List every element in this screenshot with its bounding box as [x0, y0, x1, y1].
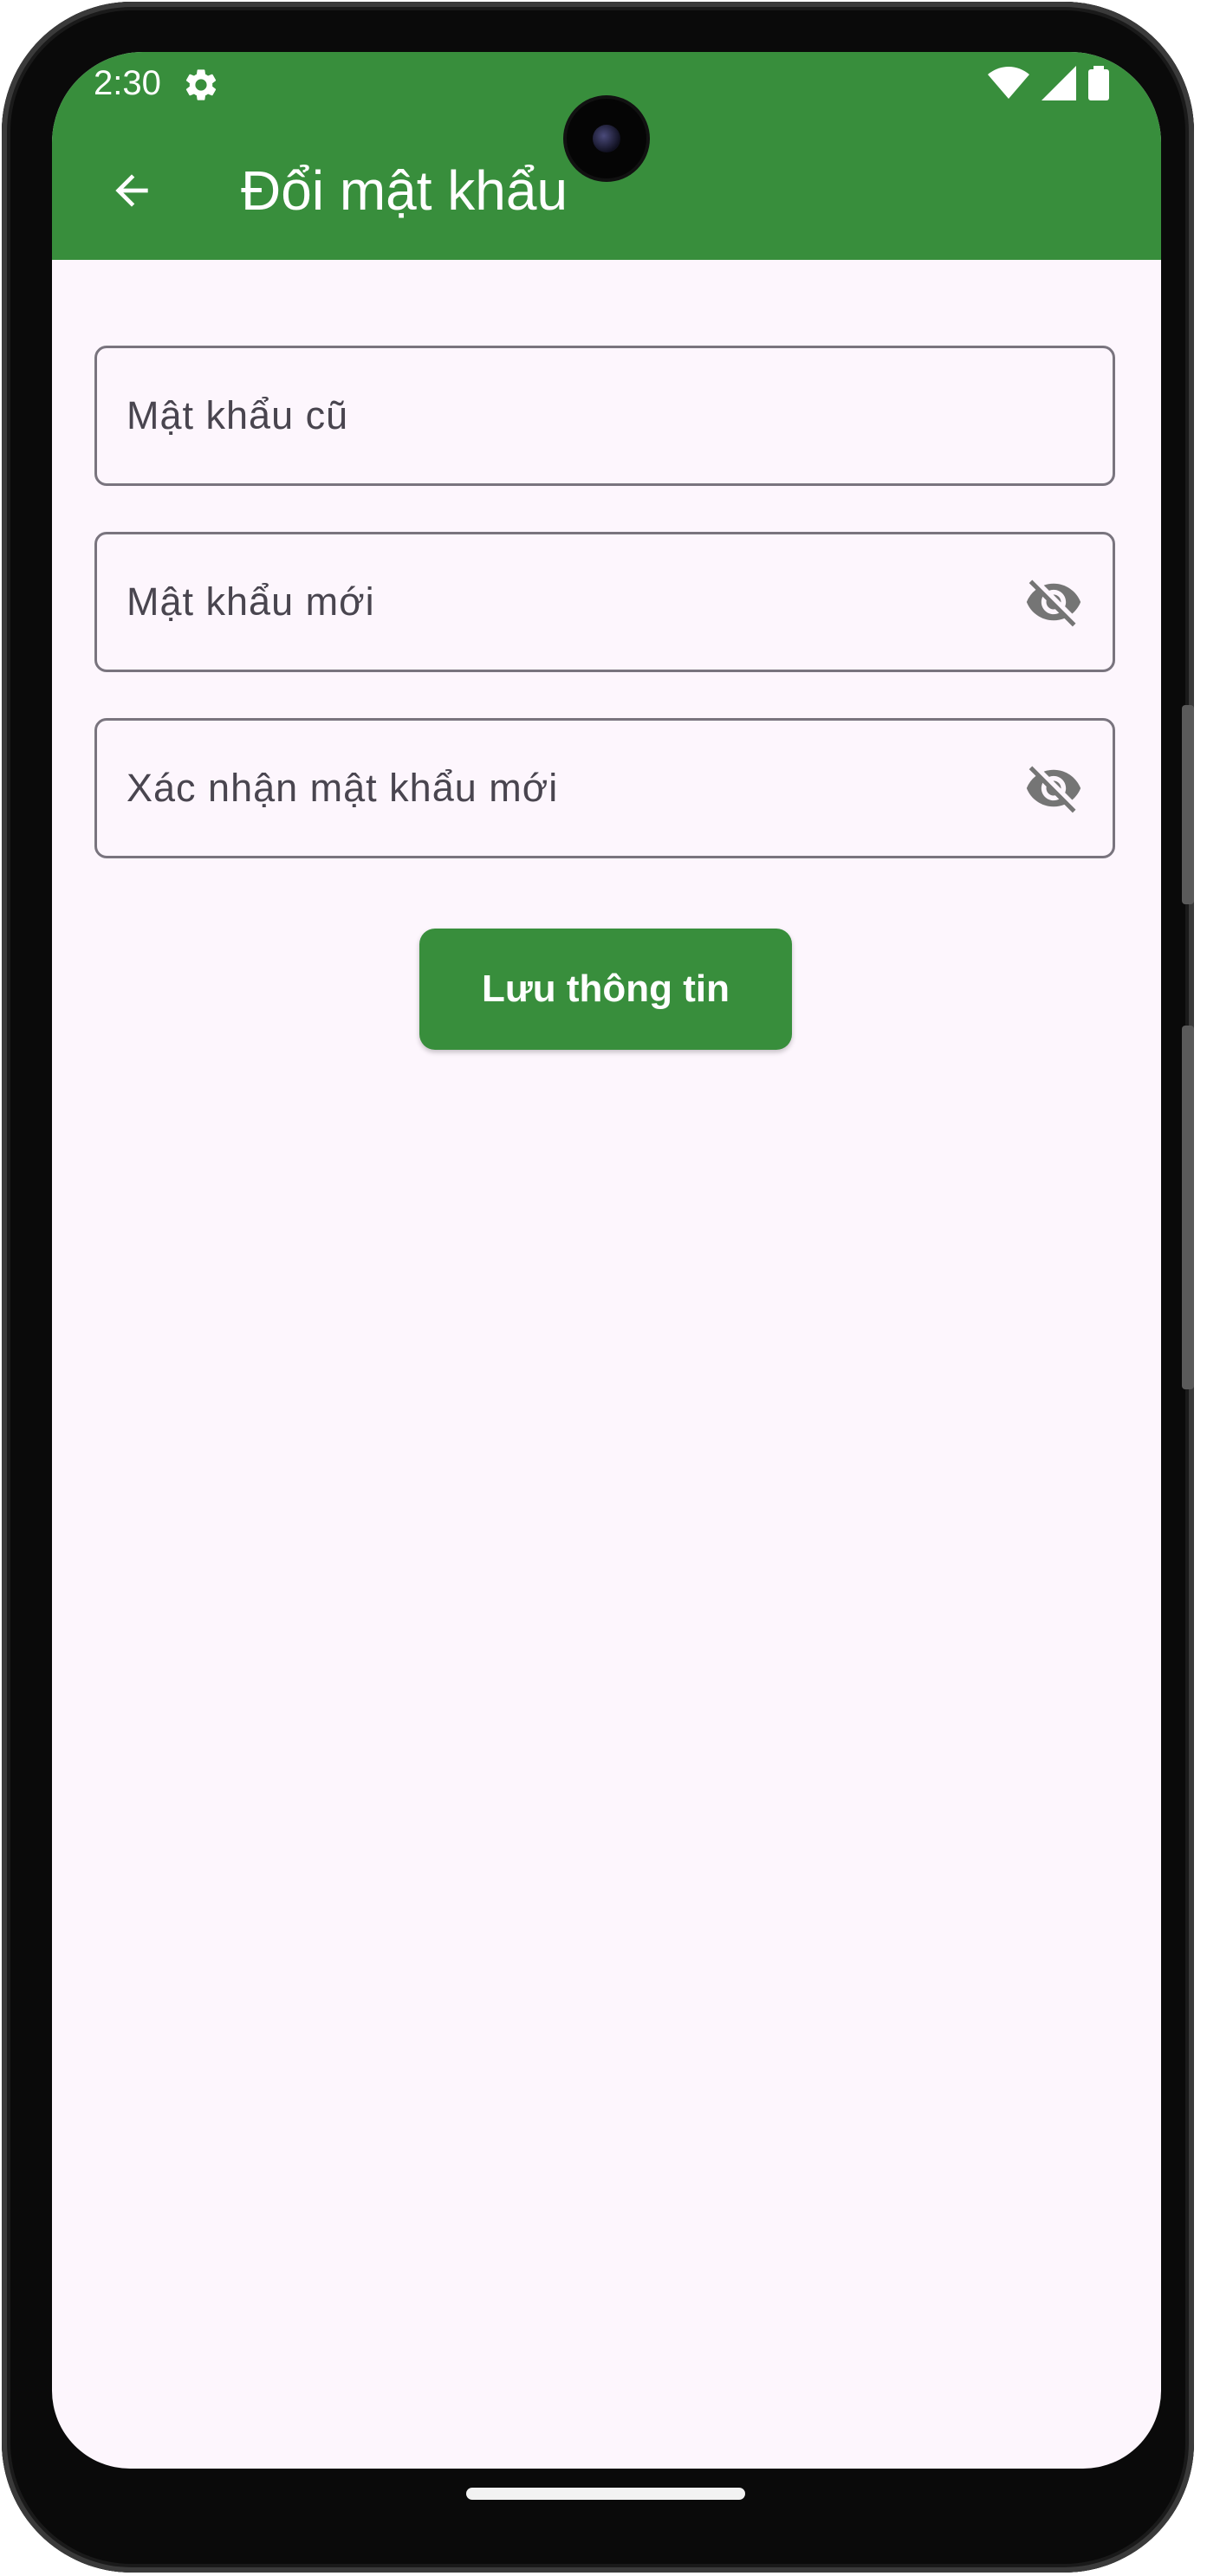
new-password-field[interactable]: [94, 532, 1115, 672]
status-time: 2:30: [94, 64, 161, 102]
home-indicator[interactable]: [466, 2488, 745, 2500]
wifi-icon: [988, 67, 1029, 99]
confirm-password-input[interactable]: [97, 721, 1113, 856]
power-button: [1182, 1026, 1194, 1389]
visibility-off-icon[interactable]: [1024, 759, 1083, 818]
save-button[interactable]: Lưu thông tin: [419, 929, 792, 1050]
visibility-off-icon[interactable]: [1024, 573, 1083, 631]
status-icons: [988, 66, 1109, 100]
old-password-field[interactable]: [94, 346, 1115, 486]
battery-icon: [1088, 66, 1109, 100]
new-password-input[interactable]: [97, 534, 1113, 670]
confirm-password-field[interactable]: [94, 718, 1115, 858]
old-password-input[interactable]: [97, 348, 1113, 483]
signal-icon: [1042, 66, 1076, 100]
front-camera: [567, 99, 646, 178]
app-screen: 2:30 Đổi mật khẩu Lưu thông tin: [52, 52, 1161, 2469]
arrow-back-icon: [115, 174, 148, 207]
volume-button: [1182, 705, 1194, 904]
back-button[interactable]: [97, 156, 166, 225]
gear-icon: [185, 69, 217, 100]
page-title: Đổi mật khẩu: [241, 159, 568, 222]
